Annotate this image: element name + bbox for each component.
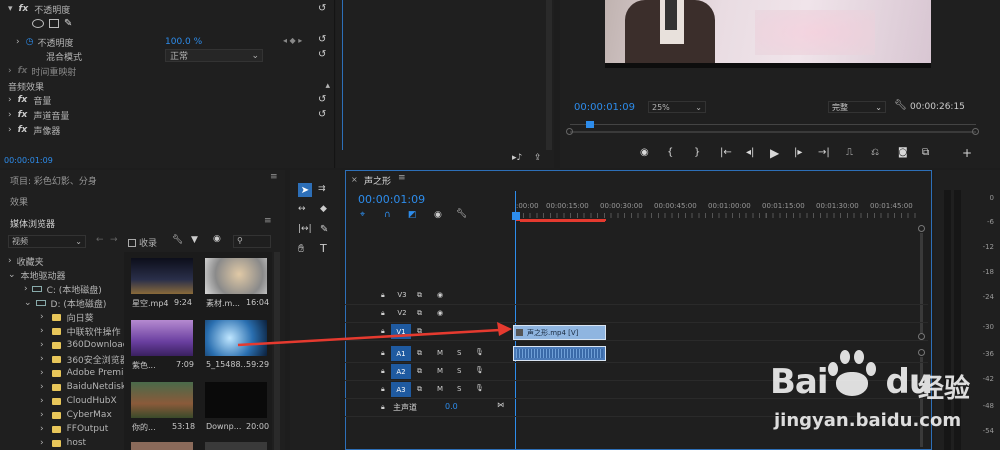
watermark-suffix: 经验	[918, 374, 971, 404]
meter-label: -6	[987, 218, 994, 226]
meter-label: -24	[982, 293, 994, 301]
baidu-watermark: Bai du 经验 jingyan.baidu.com	[770, 342, 1000, 442]
meter-label: 0	[989, 194, 994, 202]
meter-label: -30	[982, 323, 994, 331]
watermark-url: jingyan.baidu.com	[774, 410, 962, 431]
meter-label: -18	[982, 268, 994, 276]
watermark-brand: Bai	[770, 362, 829, 402]
meter-label: -12	[982, 243, 994, 251]
